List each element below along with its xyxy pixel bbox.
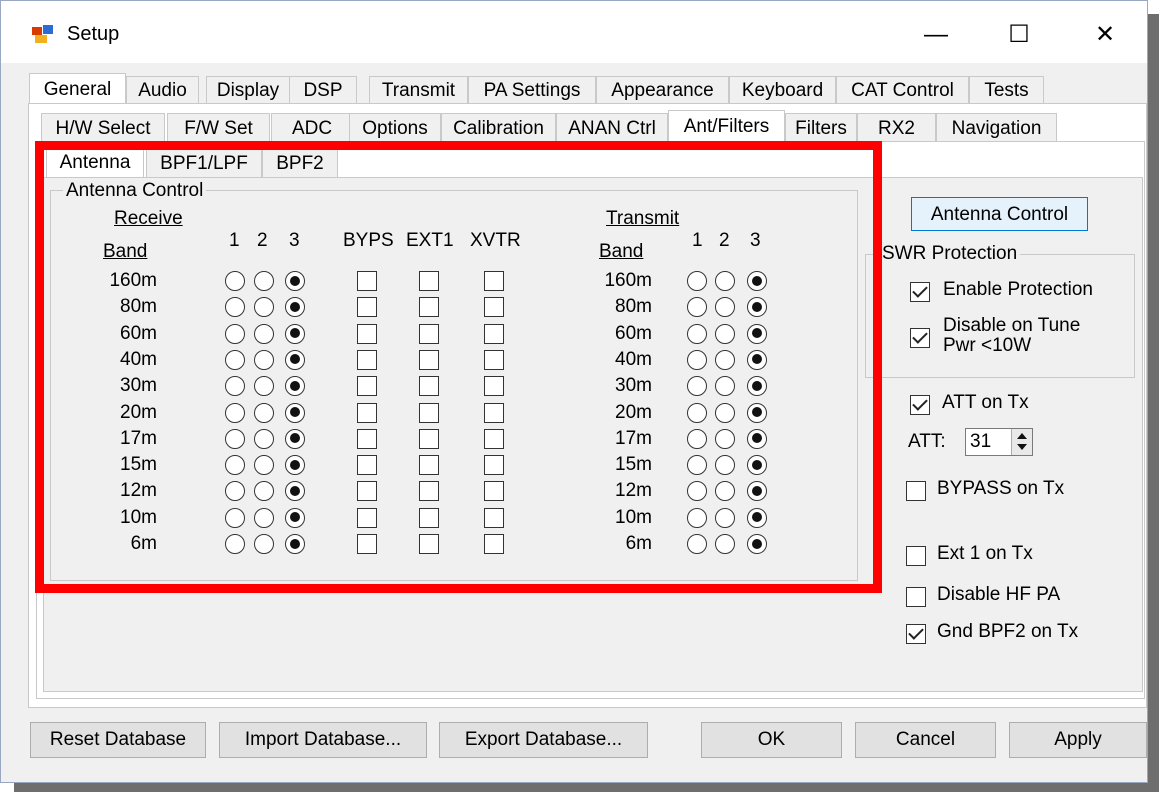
ok-button[interactable]: OK <box>701 722 842 758</box>
main-tab-keyboard[interactable]: Keyboard <box>729 76 836 104</box>
gnd-bpf2-on-tx-checkbox[interactable] <box>906 624 926 644</box>
general-tab-h-w-select[interactable]: H/W Select <box>41 113 165 142</box>
att-spin-buttons[interactable] <box>1011 429 1032 455</box>
swr-protection-title: SWR Protection <box>879 244 1021 264</box>
att-value: 31 <box>970 431 992 452</box>
att-numeric-input[interactable]: 31 <box>965 428 1033 456</box>
close-button[interactable]: ✕ <box>1083 15 1127 55</box>
import-database-button[interactable]: Import Database... <box>219 722 427 758</box>
disable-hf-pa-label: Disable HF PA <box>937 584 1061 605</box>
general-tab-anan-ctrl[interactable]: ANAN Ctrl <box>556 113 668 142</box>
att-on-tx-label: ATT on Tx <box>942 392 1029 413</box>
window-shadow-bottom <box>14 783 1159 792</box>
apply-button[interactable]: Apply <box>1009 722 1147 758</box>
main-tab-transmit[interactable]: Transmit <box>369 76 468 104</box>
minimize-button[interactable]: — <box>914 15 958 55</box>
general-tab-f-w-set[interactable]: F/W Set <box>167 113 270 142</box>
cancel-button[interactable]: Cancel <box>855 722 996 758</box>
bypass-on-tx-checkbox[interactable] <box>906 481 926 501</box>
main-tab-dsp[interactable]: DSP <box>289 76 357 104</box>
att-label: ATT: <box>908 431 946 452</box>
highlight-box <box>35 141 882 593</box>
general-tab-calibration[interactable]: Calibration <box>441 113 556 142</box>
main-tab-pa-settings[interactable]: PA Settings <box>468 76 596 104</box>
enable-protection-label: Enable Protection <box>943 279 1093 300</box>
main-tab-appearance[interactable]: Appearance <box>596 76 729 104</box>
maximize-button[interactable]: ☐ <box>997 15 1041 55</box>
general-tab-rx2[interactable]: RX2 <box>857 113 936 142</box>
general-tab-ant-filters[interactable]: Ant/Filters <box>668 110 785 142</box>
disable-hf-pa-checkbox[interactable] <box>906 587 926 607</box>
reset-database-button[interactable]: Reset Database <box>30 722 206 758</box>
ext1-on-tx-label: Ext 1 on Tx <box>937 543 1033 564</box>
app-icon <box>32 25 53 43</box>
window-title: Setup <box>67 23 120 45</box>
disable-on-tune-checkbox[interactable] <box>910 328 930 348</box>
att-on-tx-checkbox[interactable] <box>910 395 930 415</box>
general-tab-navigation[interactable]: Navigation <box>936 113 1057 142</box>
ext1-on-tx-checkbox[interactable] <box>906 546 926 566</box>
antenna-control-button[interactable]: Antenna Control <box>911 197 1088 231</box>
general-tab-filters[interactable]: Filters <box>785 113 857 142</box>
disable-on-tune-label: Disable on Tune <box>943 315 1081 336</box>
enable-protection-checkbox[interactable] <box>910 282 930 302</box>
main-tab-display[interactable]: Display <box>206 76 290 104</box>
export-database-button[interactable]: Export Database... <box>439 722 648 758</box>
main-tab-general[interactable]: General <box>29 73 126 104</box>
gnd-bpf2-on-tx-label: Gnd BPF2 on Tx <box>937 621 1079 642</box>
main-tab-tests[interactable]: Tests <box>969 76 1044 104</box>
bypass-on-tx-label: BYPASS on Tx <box>937 478 1065 499</box>
general-tab-adc[interactable]: ADC <box>271 113 353 142</box>
main-tab-audio[interactable]: Audio <box>126 76 199 104</box>
title-bar[interactable]: Setup — ☐ ✕ <box>1 1 1147 63</box>
main-tab-cat-control[interactable]: CAT Control <box>836 76 969 104</box>
spin-down-icon[interactable] <box>1017 444 1027 450</box>
disable-on-tune-label-line2: Pwr <10W <box>943 335 1032 356</box>
spin-up-icon[interactable] <box>1017 433 1027 439</box>
window-shadow-right <box>1148 14 1159 792</box>
general-tab-options[interactable]: Options <box>349 113 441 142</box>
